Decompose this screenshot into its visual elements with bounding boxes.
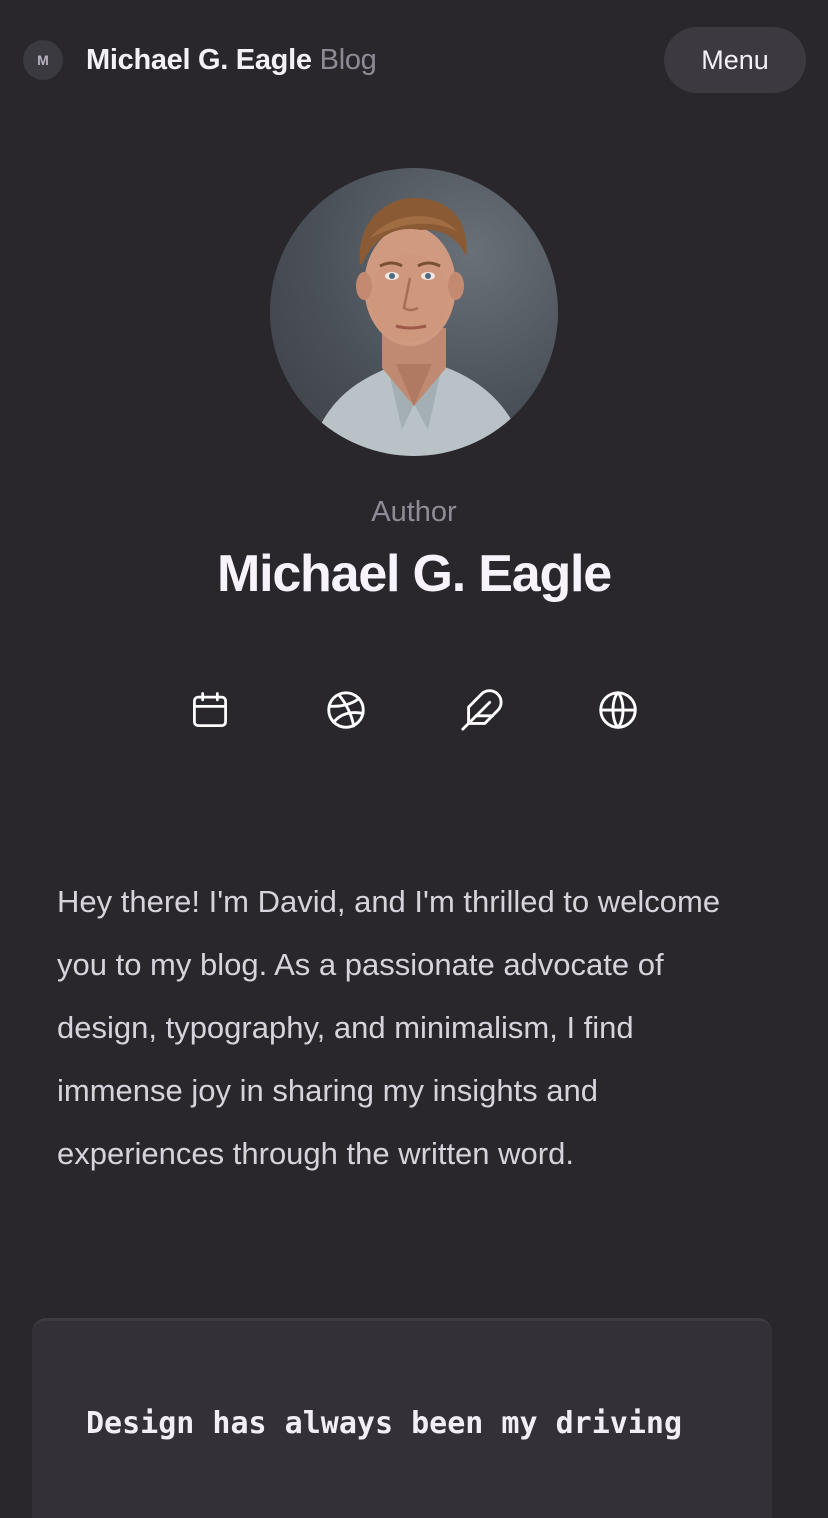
site-suffix: Blog xyxy=(319,43,377,76)
globe-icon[interactable] xyxy=(594,686,642,734)
logo-avatar[interactable]: M xyxy=(23,40,63,80)
site-header: M Michael G. Eagle Blog Menu xyxy=(0,0,828,120)
site-title[interactable]: Michael G. Eagle Blog xyxy=(86,40,377,80)
author-name: Michael G. Eagle xyxy=(216,545,612,603)
feather-icon[interactable] xyxy=(458,686,506,734)
menu-button[interactable]: Menu xyxy=(664,27,806,93)
author-photo xyxy=(270,168,558,456)
code-block: Design has always been my driving xyxy=(32,1318,772,1518)
site-name: Michael G. Eagle xyxy=(86,43,312,76)
dribbble-icon[interactable] xyxy=(322,686,370,734)
author-label: Author xyxy=(371,496,457,528)
code-text: Design has always been my driving xyxy=(86,1406,683,1441)
calendar-icon[interactable] xyxy=(186,686,234,734)
author-bio: Hey there! I'm David, and I'm thrilled t… xyxy=(57,884,721,1171)
